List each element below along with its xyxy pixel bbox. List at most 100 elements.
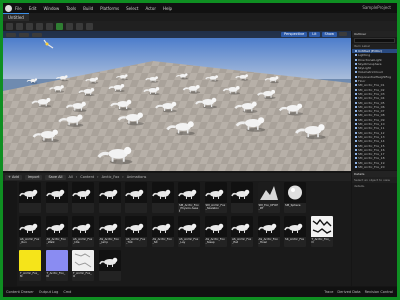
outliner-search-input[interactable] xyxy=(354,38,395,43)
snap-icon[interactable] xyxy=(32,32,42,37)
asset-tile[interactable]: SK_Arctic_Fox xyxy=(284,216,306,247)
asset-thumbnail-icon xyxy=(257,216,280,237)
asset-tile[interactable] xyxy=(19,182,41,213)
settings-icon[interactable] xyxy=(86,22,93,30)
asset-tile[interactable] xyxy=(231,182,253,213)
perspective-button[interactable]: Perspective xyxy=(280,32,308,37)
menu-edit[interactable]: Edit xyxy=(29,6,37,11)
blueprint-icon[interactable] xyxy=(36,22,43,30)
actor-icon xyxy=(355,148,357,151)
asset-tile[interactable]: SM_Sphere xyxy=(284,182,306,213)
menu-platforms[interactable]: Platforms xyxy=(100,6,119,11)
asset-tile[interactable]: AS_Arctic_Fox_Sit xyxy=(151,216,174,247)
asset-tile[interactable] xyxy=(72,182,94,213)
asset-label: AS_Arctic_Fox_Eat xyxy=(232,237,252,245)
status-bar: Content Drawer Output Log Cmd Trace Deri… xyxy=(3,287,397,297)
asset-tile[interactable]: AS_Arctic_Fox_Idle xyxy=(72,216,94,247)
asset-tile[interactable] xyxy=(45,182,68,213)
actor-icon xyxy=(355,140,357,143)
trace-button[interactable]: Trace xyxy=(324,290,333,294)
asset-label: T_Arctic_Fox_M xyxy=(20,271,39,279)
asset-thumbnail-icon xyxy=(45,182,68,203)
asset-tile[interactable]: T_Arctic_Fox_M xyxy=(19,250,41,281)
play-options-icon[interactable] xyxy=(66,22,73,30)
actor-icon xyxy=(355,114,357,117)
level-viewport[interactable]: Perspective Lit Show xyxy=(3,31,351,171)
asset-tile[interactable]: AS_Arctic_Fox_Walk xyxy=(45,216,68,247)
editor-window: File Edit Window Tools Build Platforms S… xyxy=(3,3,397,297)
cinematics-icon[interactable] xyxy=(46,22,53,30)
asset-tile[interactable]: AS_Arctic_Fox_Eat xyxy=(231,216,253,247)
fox-mesh[interactable] xyxy=(26,78,38,84)
asset-tile[interactable]: AS_Arctic_Fox_Trot xyxy=(125,216,147,247)
save-icon[interactable] xyxy=(6,22,13,30)
breadcrumb-content[interactable]: Content xyxy=(80,175,94,179)
derived-data-button[interactable]: Derived Data xyxy=(337,290,360,294)
asset-label: AS_Arctic_Fox_Walk xyxy=(46,237,66,245)
asset-tile[interactable]: T_Arctic_Fox_N xyxy=(45,250,68,281)
actor-icon xyxy=(355,101,357,104)
asset-tile[interactable]: AS_Arctic_Fox_Lay xyxy=(178,216,200,247)
breadcrumb-animations[interactable]: Animations xyxy=(127,175,147,179)
asset-tile[interactable]: T_Arctic_Fox_O xyxy=(72,250,94,281)
asset-label: AS_Arctic_Fox_Howl xyxy=(258,237,278,245)
asset-tile[interactable]: AS_Arctic_Fox_Howl xyxy=(257,216,280,247)
asset-label: SM_Fox_DFOP_RT xyxy=(258,203,278,211)
unreal-logo-icon[interactable] xyxy=(5,4,12,12)
cmd-button[interactable]: Cmd xyxy=(63,290,71,294)
breadcrumb-all[interactable]: All xyxy=(69,175,73,179)
viewport-menu-icon[interactable] xyxy=(6,32,16,37)
asset-tile[interactable]: SM_Fox_DFOP_RT xyxy=(257,182,280,213)
asset-tile[interactable] xyxy=(125,182,147,213)
content-icon[interactable] xyxy=(26,22,33,30)
actor-icon xyxy=(355,144,357,147)
asset-tile[interactable] xyxy=(151,182,174,213)
asset-thumbnail-icon xyxy=(72,216,94,237)
asset-thumbnail-icon xyxy=(98,182,121,203)
outliner-row-label: SM_Arctic_Fox_21 xyxy=(358,169,384,170)
outliner-row[interactable]: SM_Arctic_Fox_21 xyxy=(352,169,397,170)
main-toolbar xyxy=(3,21,397,31)
asset-tile[interactable]: AS_Arctic_Fox_Sleep xyxy=(204,216,227,247)
asset-thumbnail-icon xyxy=(125,182,147,203)
lit-button[interactable]: Lit xyxy=(309,32,320,37)
transform-icon[interactable] xyxy=(19,32,29,37)
asset-thumbnail-icon xyxy=(45,216,68,237)
menu-tools[interactable]: Tools xyxy=(66,6,76,11)
revision-control-button[interactable]: Revision Control xyxy=(365,290,393,294)
asset-tile[interactable] xyxy=(98,250,121,281)
play-icon[interactable] xyxy=(56,22,63,30)
asset-tile[interactable]: T_Arctic_Fox_D xyxy=(310,216,333,247)
output-log-button[interactable]: Output Log xyxy=(39,290,59,294)
content-drawer-button[interactable]: Content Drawer xyxy=(6,290,34,294)
menu-build[interactable]: Build xyxy=(83,6,93,11)
asset-tile[interactable]: SM_Arctic_Fox_Skeleton xyxy=(204,182,227,213)
save-all-button[interactable]: Save All xyxy=(45,174,66,180)
mode-select-icon[interactable] xyxy=(16,22,23,30)
import-button[interactable]: Import xyxy=(24,174,43,180)
camera-speed-icon[interactable] xyxy=(339,32,347,36)
menu-help[interactable]: Help xyxy=(163,6,172,11)
menu-actor[interactable]: Actor xyxy=(145,6,156,11)
asset-tile[interactable]: AS_Arctic_Fox_Jump xyxy=(98,216,121,247)
actor-icon xyxy=(355,135,357,138)
actor-icon xyxy=(355,110,357,113)
add-button[interactable]: + Add xyxy=(5,174,22,180)
actor-icon xyxy=(355,58,357,61)
asset-tile[interactable]: SM_Arctic_Fox_Physics Asset xyxy=(178,182,200,213)
breadcrumb-arctic-fox[interactable]: Arctic_Fox xyxy=(102,175,120,179)
menu-window[interactable]: Window xyxy=(43,6,59,11)
asset-tile[interactable] xyxy=(98,182,121,213)
actor-icon xyxy=(355,67,357,70)
asset-thumbnail-icon xyxy=(178,216,200,237)
actor-icon xyxy=(355,50,357,52)
asset-thumbnail-icon xyxy=(257,182,280,203)
menu-select[interactable]: Select xyxy=(126,6,138,11)
asset-tile[interactable]: AS_Arctic_Fox_Run xyxy=(19,216,41,247)
folder-tree[interactable] xyxy=(3,181,17,286)
menu-file[interactable]: File xyxy=(15,6,22,11)
tab-level[interactable]: Untitled xyxy=(3,13,29,21)
asset-label: AS_Arctic_Fox_Sleep xyxy=(205,237,225,245)
platforms-icon[interactable] xyxy=(76,22,83,30)
show-button[interactable]: Show xyxy=(321,32,337,37)
